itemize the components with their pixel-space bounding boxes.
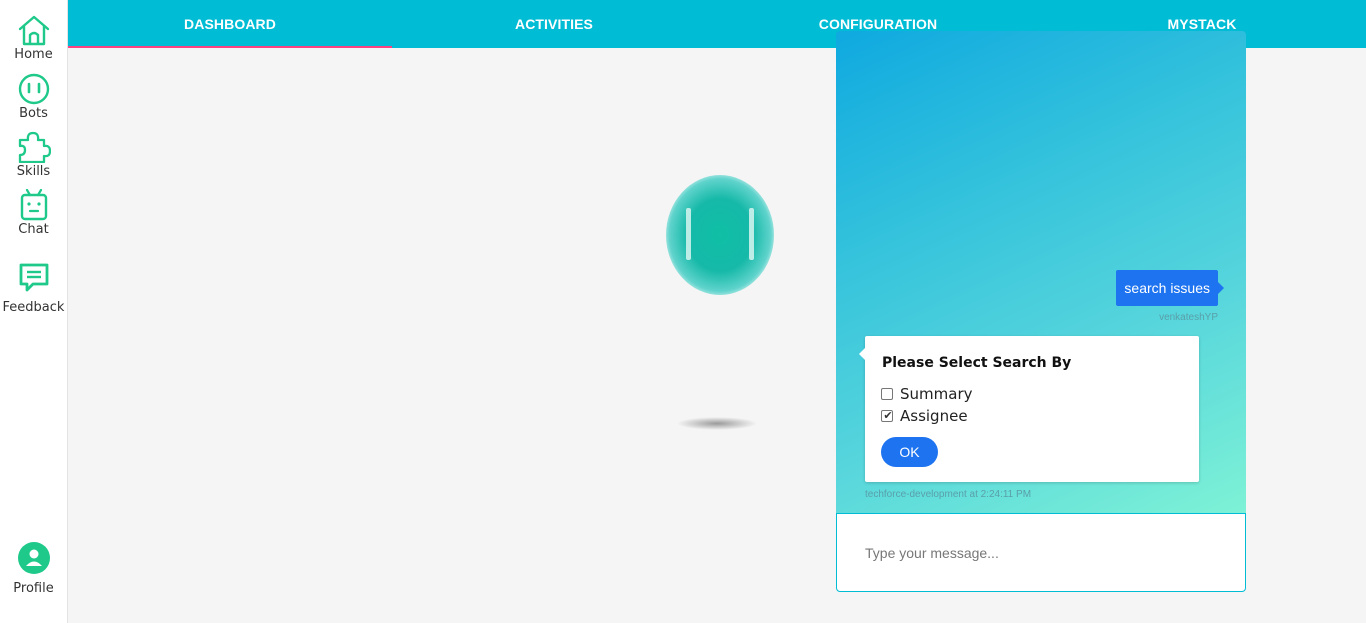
ok-button[interactable]: OK (881, 437, 938, 467)
user-message-bubble: search issues (1116, 270, 1224, 306)
option-assignee[interactable]: ✔ Assignee (881, 407, 968, 425)
sidebar-item-bots[interactable]: Bots (0, 73, 67, 121)
chat-input-area (836, 513, 1246, 592)
sidebar-item-label: Bots (19, 106, 48, 121)
sidebar-item-profile[interactable]: Profile (0, 541, 67, 596)
tab-activities[interactable]: ACTIVITIES (392, 0, 716, 48)
option-label: Summary (900, 385, 973, 403)
chat-messages[interactable]: search issues venkateshYP Please Select … (836, 31, 1246, 513)
sidebar-item-label: Feedback (2, 300, 65, 315)
summary-checkbox[interactable] (881, 388, 893, 400)
sidebar-item-feedback[interactable]: Feedback (0, 262, 67, 315)
sidebar-item-chat[interactable]: Chat (0, 189, 67, 237)
message-input[interactable] (865, 542, 1225, 564)
sidebar-item-home[interactable]: Home (0, 14, 67, 62)
card-title: Please Select Search By (882, 355, 1072, 371)
bot-message-card: Please Select Search By Summary ✔ Assign… (859, 336, 1199, 482)
option-summary[interactable]: Summary (881, 385, 973, 403)
assignee-checkbox[interactable]: ✔ (881, 410, 893, 422)
sidebar-item-label: Profile (13, 581, 54, 596)
home-icon (18, 15, 49, 46)
profile-icon (17, 542, 50, 574)
sidebar-item-label: Chat (18, 222, 49, 237)
check-icon: ✔ (883, 409, 893, 422)
bot-message-meta: techforce-development at 2:24:11 PM (865, 489, 1032, 500)
chat-panel: search issues venkateshYP Please Select … (836, 31, 1246, 592)
robot-icon (20, 189, 47, 221)
option-label: Assignee (900, 407, 968, 425)
sidebar-item-label: Home (14, 47, 53, 62)
orb-shadow (677, 417, 757, 430)
bot-orb-icon (666, 175, 774, 295)
feedback-icon (19, 263, 48, 292)
user-name-label: venkateshYP (1159, 312, 1218, 323)
sidebar: Home Bots Skills Chat Feedback Profile (0, 0, 68, 623)
tab-dashboard[interactable]: DASHBOARD (68, 0, 392, 48)
puzzle-icon (18, 131, 51, 163)
sidebar-item-label: Skills (16, 164, 51, 179)
bot-face-icon (18, 73, 49, 105)
sidebar-item-skills[interactable]: Skills (0, 131, 67, 179)
